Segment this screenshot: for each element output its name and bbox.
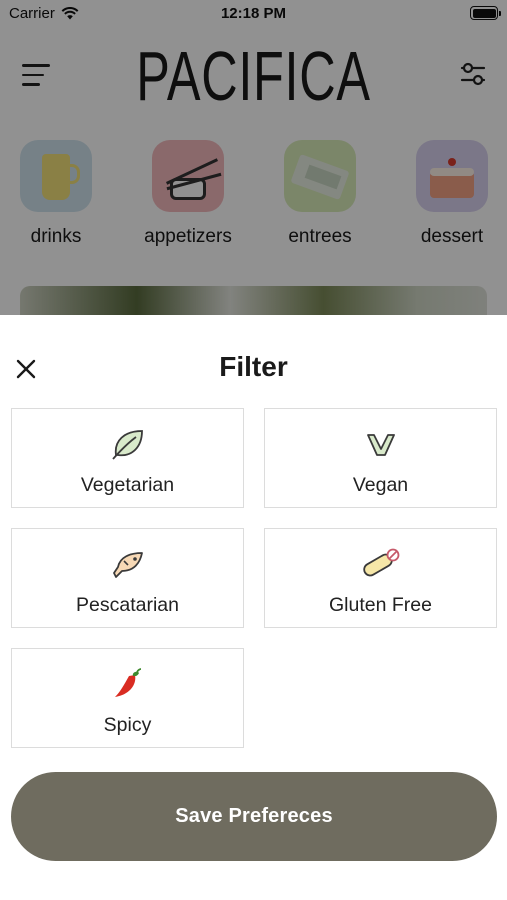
filter-option-vegetarian[interactable]: Vegetarian [11, 408, 244, 508]
leaf-icon [111, 430, 143, 460]
filter-option-label: Pescatarian [76, 594, 179, 616]
vegan-icon [366, 434, 395, 456]
bread-icon [362, 548, 399, 577]
fish-icon [112, 552, 143, 578]
save-preferences-button[interactable]: Save Prefereces [11, 772, 497, 861]
filter-option-label: Spicy [103, 714, 152, 736]
filter-option-label: Vegetarian [80, 474, 175, 496]
filter-option-label: Vegan [352, 474, 409, 496]
filter-option-gluten-free[interactable]: Gluten Free [264, 528, 497, 628]
filter-option-spicy[interactable]: Spicy [11, 648, 244, 748]
filter-option-label: Gluten Free [329, 594, 432, 616]
filter-sheet: Filter Vegetarian Vegan Pescatarian Glut… [0, 315, 507, 900]
filter-option-vegan[interactable]: Vegan [264, 408, 497, 508]
filter-title: Filter [219, 351, 288, 382]
filter-option-pescatarian[interactable]: Pescatarian [11, 528, 244, 628]
chili-pepper-icon [114, 668, 141, 697]
